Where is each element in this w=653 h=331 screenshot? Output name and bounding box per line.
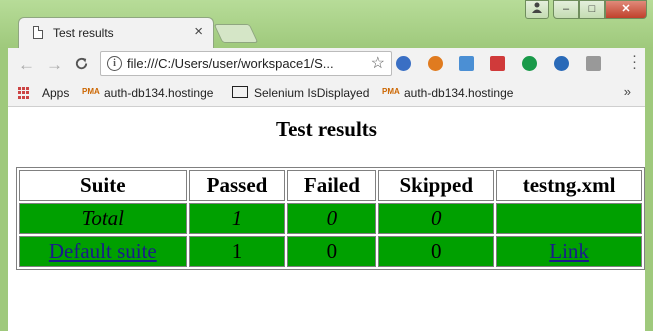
address-url: file:///C:/Users/user/workspace1/S... bbox=[127, 56, 334, 71]
bookmark-auth-db-1[interactable]: auth-db134.hostinge bbox=[104, 86, 213, 100]
back-button[interactable]: ← bbox=[18, 55, 35, 75]
header-skipped: Skipped bbox=[378, 170, 495, 201]
more-bookmarks-button[interactable]: » bbox=[624, 84, 631, 99]
header-passed: Passed bbox=[188, 170, 286, 201]
suite-cell: Default suite bbox=[19, 236, 187, 267]
table-row-total: Total 1 0 0 bbox=[19, 203, 642, 234]
apps-icon[interactable] bbox=[18, 87, 30, 99]
forward-button[interactable]: → bbox=[46, 55, 63, 75]
user-profile-button[interactable] bbox=[525, 0, 549, 19]
bookmark-selenium[interactable]: Selenium IsDisplayed bbox=[254, 86, 369, 100]
bookmarks-bar: Apps PMA auth-db134.hostinge Selenium Is… bbox=[8, 80, 645, 107]
reload-button[interactable] bbox=[74, 56, 89, 75]
book-icon bbox=[232, 86, 248, 98]
frame-right-edge bbox=[645, 48, 653, 331]
browser-toolbar: ← → i file:///C:/Users/user/workspace1/S… bbox=[8, 48, 645, 80]
total-skipped: 0 bbox=[378, 203, 495, 234]
firefox-ext-icon[interactable] bbox=[428, 56, 443, 71]
header-suite: Suite bbox=[19, 170, 187, 201]
check-ext-icon[interactable] bbox=[522, 56, 537, 71]
header-failed: Failed bbox=[287, 170, 377, 201]
default-suite-link[interactable]: Default suite bbox=[49, 239, 157, 263]
header-testng-xml: testng.xml bbox=[496, 170, 642, 201]
minimize-button[interactable]: – bbox=[553, 0, 579, 19]
bar-ext-icon[interactable] bbox=[490, 56, 505, 71]
shield-ext-icon[interactable] bbox=[554, 56, 569, 71]
tab-title: Test results bbox=[53, 26, 114, 40]
total-passed: 1 bbox=[188, 203, 286, 234]
bookmark-auth-db-2[interactable]: auth-db134.hostinge bbox=[404, 86, 513, 100]
pma-icon: PMA bbox=[82, 87, 100, 96]
testng-xml-link[interactable]: Link bbox=[549, 239, 589, 263]
reload-icon bbox=[75, 57, 88, 70]
close-window-button[interactable]: ✕ bbox=[605, 0, 647, 19]
tab-close-icon[interactable]: × bbox=[194, 23, 203, 40]
page-title: Test results bbox=[276, 117, 377, 141]
total-suite: Total bbox=[19, 203, 187, 234]
window-controls: – □ ✕ bbox=[525, 0, 647, 20]
bookmark-star-icon[interactable]: ☆ bbox=[371, 53, 385, 73]
info-icon[interactable]: i bbox=[107, 56, 122, 71]
failed-cell: 0 bbox=[287, 236, 377, 267]
sync-ext-icon[interactable] bbox=[396, 56, 411, 71]
address-bar[interactable]: i file:///C:/Users/user/workspace1/S... … bbox=[100, 51, 392, 76]
cube-ext-icon[interactable] bbox=[586, 56, 601, 71]
xml-cell: Link bbox=[496, 236, 642, 267]
passed-cell: 1 bbox=[188, 236, 286, 267]
results-table: Suite Passed Failed Skipped testng.xml T… bbox=[16, 167, 645, 270]
total-xml bbox=[496, 203, 642, 234]
frame-left-edge bbox=[0, 48, 8, 331]
table-row: Default suite 1 0 0 Link bbox=[19, 236, 642, 267]
folder-ext-icon[interactable] bbox=[459, 56, 474, 71]
document-icon bbox=[33, 26, 43, 39]
page-content: Test results Suite Passed Failed Skipped… bbox=[8, 107, 645, 331]
skipped-cell: 0 bbox=[378, 236, 495, 267]
menu-icon[interactable]: · · · bbox=[632, 48, 637, 75]
maximize-button[interactable]: □ bbox=[579, 0, 605, 19]
user-icon bbox=[532, 2, 542, 13]
total-failed: 0 bbox=[287, 203, 377, 234]
window-frame: Test results × – □ ✕ ← → i file:///C:/Us… bbox=[0, 0, 653, 331]
pma-icon: PMA bbox=[382, 87, 400, 96]
tab-test-results[interactable]: Test results × bbox=[18, 17, 214, 48]
table-header-row: Suite Passed Failed Skipped testng.xml bbox=[19, 170, 642, 201]
bookmark-apps[interactable]: Apps bbox=[42, 86, 69, 100]
